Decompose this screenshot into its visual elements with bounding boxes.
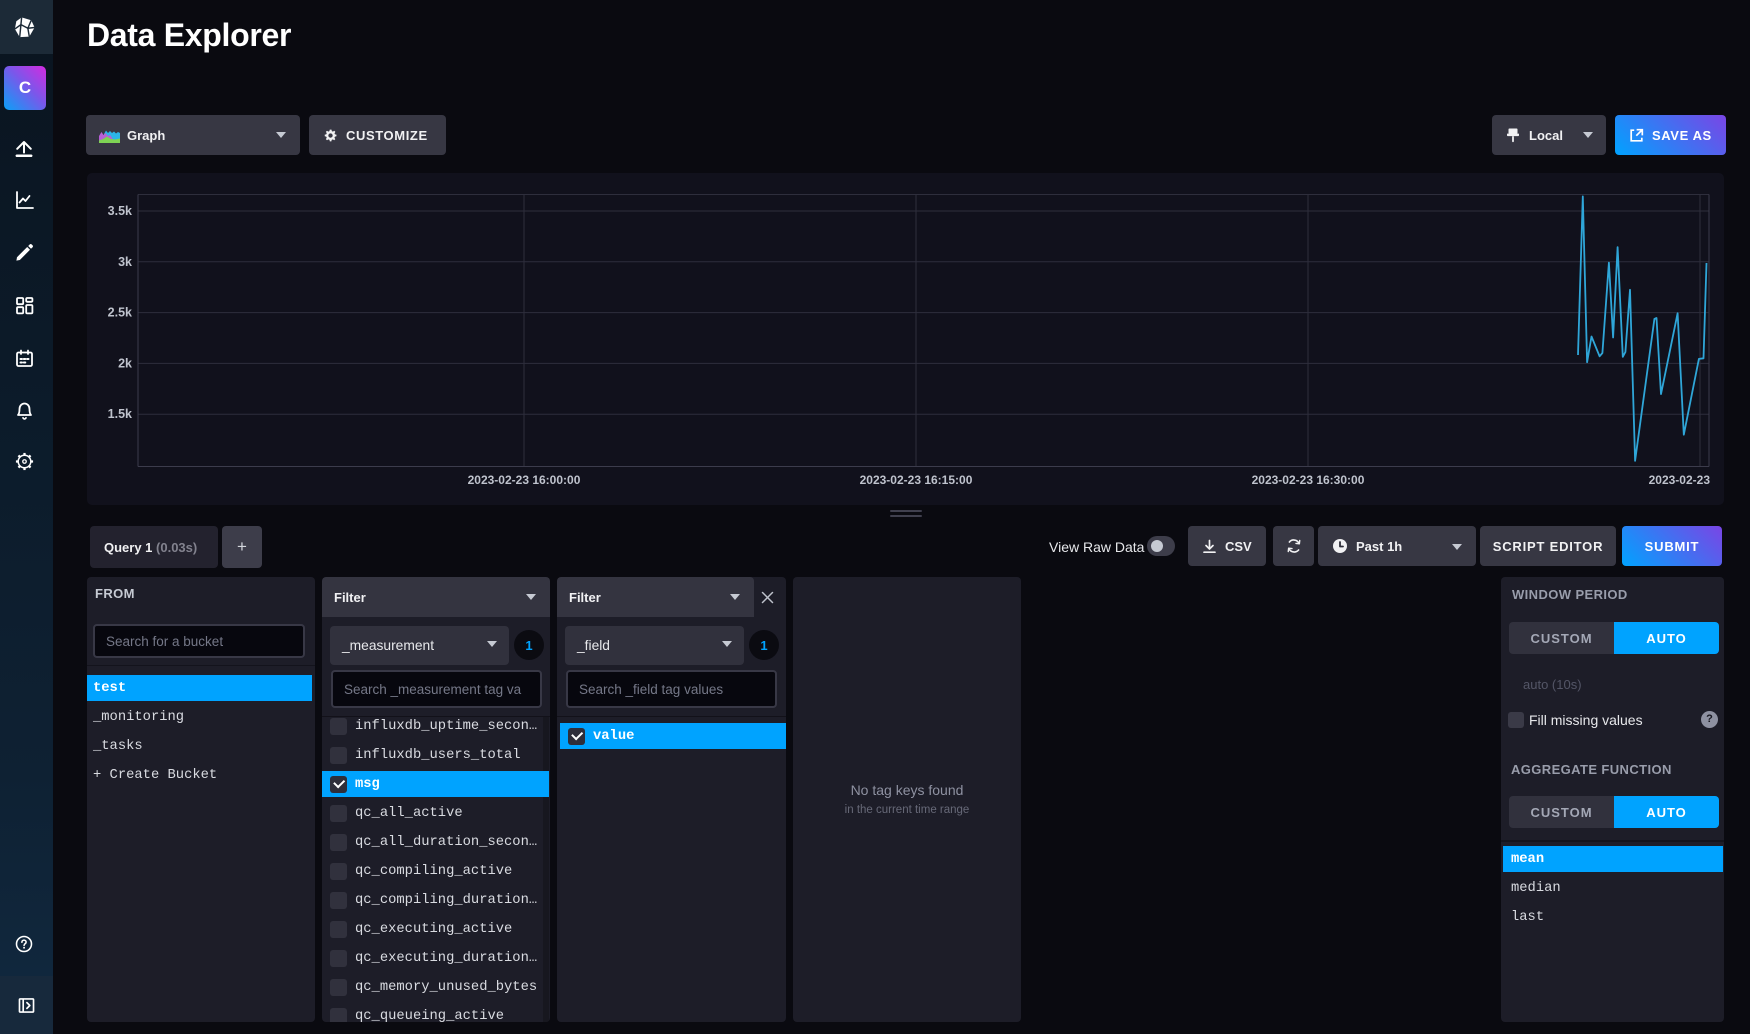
svg-text:3k: 3k bbox=[118, 255, 132, 269]
svg-text:1.5k: 1.5k bbox=[108, 407, 132, 421]
svg-text:2023-02-23 16:30:00: 2023-02-23 16:30:00 bbox=[1252, 473, 1365, 487]
svg-text:2023-02-23 16:15:00: 2023-02-23 16:15:00 bbox=[860, 473, 973, 487]
svg-text:3.5k: 3.5k bbox=[108, 204, 132, 218]
svg-text:2023-02-23: 2023-02-23 bbox=[1649, 473, 1711, 487]
svg-text:2023-02-23 16:00:00: 2023-02-23 16:00:00 bbox=[468, 473, 581, 487]
svg-text:2k: 2k bbox=[118, 356, 132, 370]
svg-text:2.5k: 2.5k bbox=[108, 306, 132, 320]
